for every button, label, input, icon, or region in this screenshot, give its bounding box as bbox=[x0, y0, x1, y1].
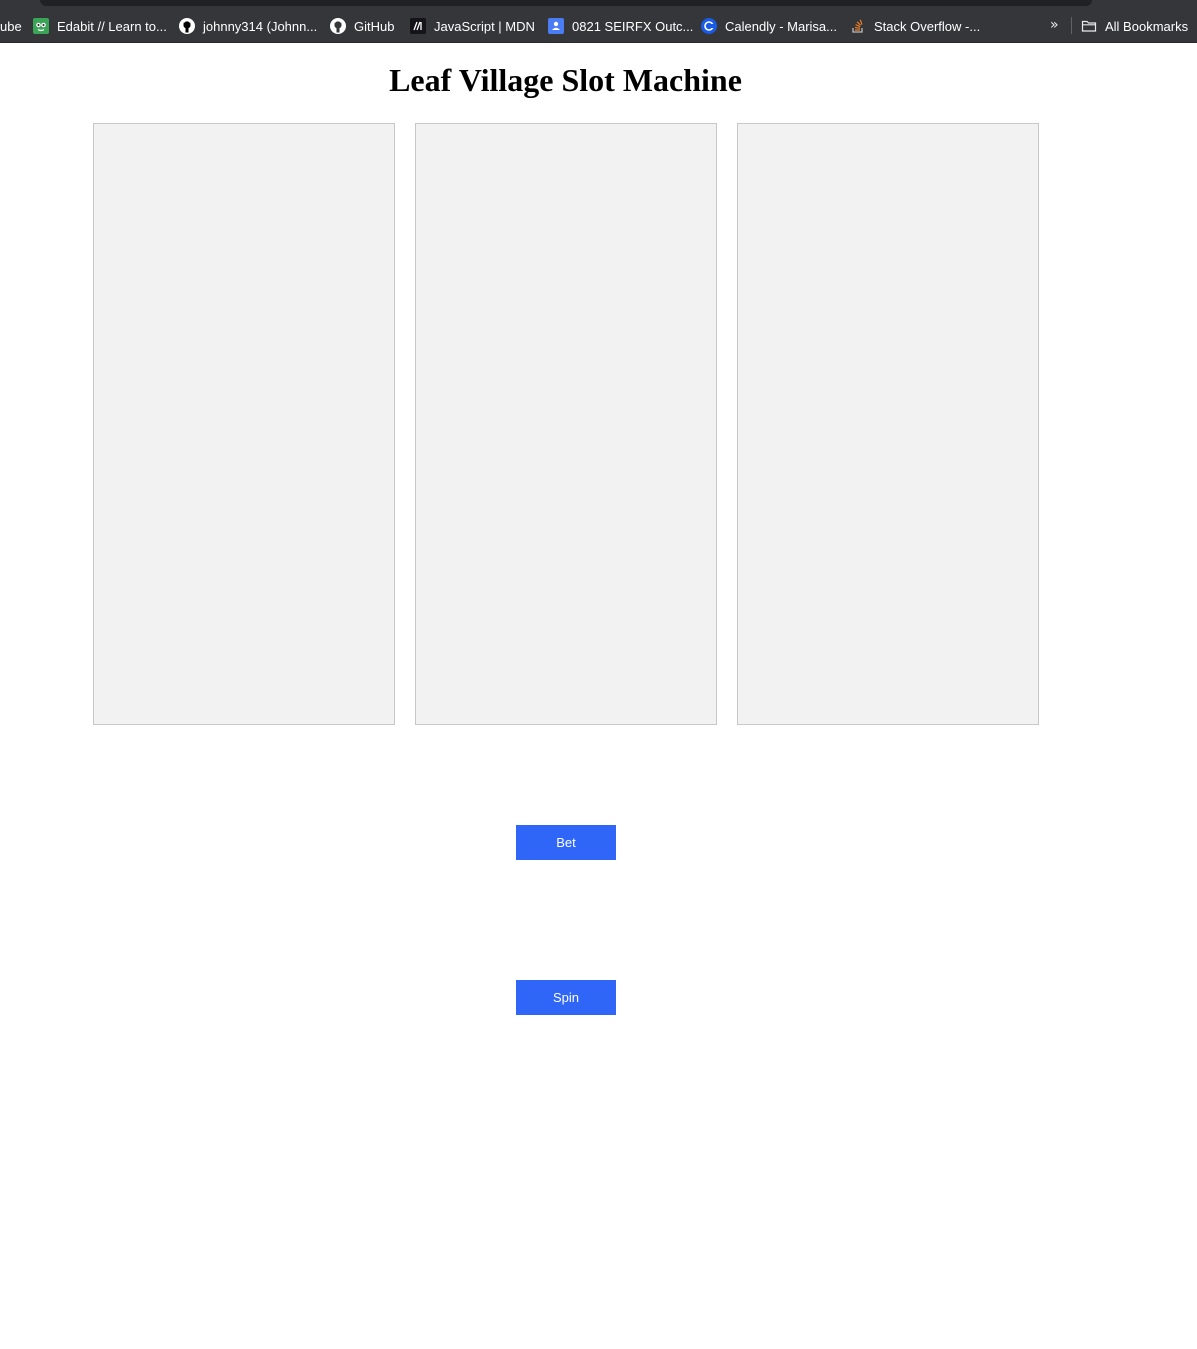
github-icon bbox=[179, 18, 195, 34]
bookmark-label: johnny314 (Johnn... bbox=[203, 18, 318, 34]
edabit-icon bbox=[33, 18, 49, 34]
slot-reel-2 bbox=[415, 123, 717, 725]
tabstrip-edge bbox=[40, 0, 1092, 6]
all-bookmarks-label: All Bookmarks bbox=[1105, 18, 1189, 34]
bookmark-label: 0821 SEIRFX Outc... bbox=[572, 18, 694, 34]
calendly-icon bbox=[701, 18, 717, 34]
github-icon bbox=[330, 18, 346, 34]
stackoverflow-icon bbox=[850, 18, 866, 34]
mdn-icon bbox=[410, 18, 426, 34]
bookmarks-overflow-button[interactable]: » bbox=[1050, 17, 1059, 33]
bookmark-calendly[interactable]: Calendly - Marisa... bbox=[701, 16, 837, 36]
slot-reel-1 bbox=[93, 123, 395, 725]
spin-button[interactable]: Spin bbox=[516, 980, 616, 1015]
all-bookmarks-button[interactable]: All Bookmarks bbox=[1081, 16, 1188, 36]
bet-button[interactable]: Bet bbox=[516, 825, 616, 860]
slot-reel-3 bbox=[737, 123, 1039, 725]
bookmark-seirfx[interactable]: 0821 SEIRFX Outc... bbox=[548, 16, 693, 36]
contacts-icon bbox=[548, 18, 564, 34]
bookmark-stackoverflow[interactable]: Stack Overflow -... bbox=[850, 16, 980, 36]
bookmark-label: ube bbox=[0, 18, 22, 34]
folder-icon bbox=[1081, 18, 1097, 34]
bookmark-johnny314[interactable]: johnny314 (Johnn... bbox=[179, 16, 317, 36]
bookmarks-separator bbox=[1071, 17, 1072, 34]
page-title: Leaf Village Slot Machine bbox=[389, 62, 742, 98]
bookmark-mdn[interactable]: JavaScript | MDN bbox=[410, 16, 535, 36]
bookmark-label: Calendly - Marisa... bbox=[725, 18, 837, 34]
bookmarks-bar: ube Edabit // Learn to... johnny314 (Joh… bbox=[0, 0, 1197, 43]
bookmark-label: JavaScript | MDN bbox=[434, 18, 535, 34]
bookmark-youtube[interactable]: ube bbox=[0, 16, 22, 36]
bookmark-label: GitHub bbox=[354, 18, 395, 34]
bookmark-label: Edabit // Learn to... bbox=[57, 18, 167, 34]
bookmark-github[interactable]: GitHub bbox=[330, 16, 394, 36]
bookmark-label: Stack Overflow -... bbox=[874, 18, 981, 34]
bookmark-edabit[interactable]: Edabit // Learn to... bbox=[33, 16, 167, 36]
